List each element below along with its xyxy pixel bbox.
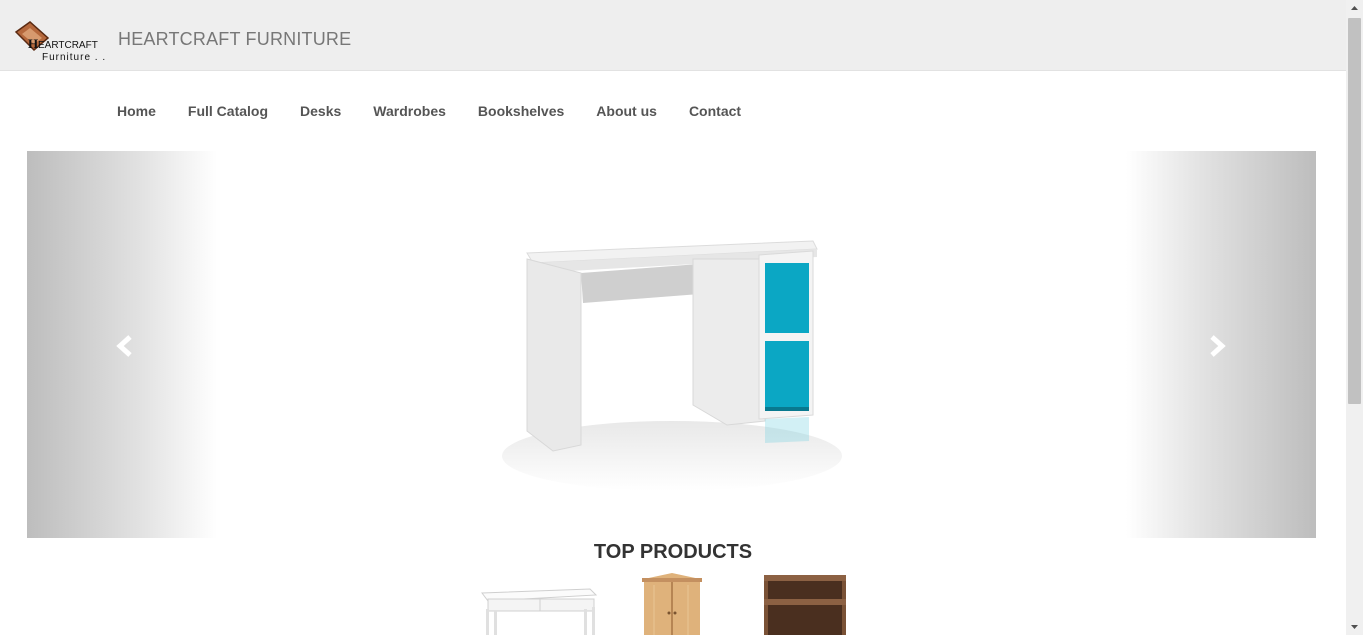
carousel-slide-desk-image — [502, 240, 842, 491]
nav-full-catalog[interactable]: Full Catalog — [172, 100, 284, 122]
svg-text:EARTCRAFT: EARTCRAFT — [38, 40, 98, 51]
header-bar: H EARTCRAFT Furniture . . HEARTCRAFT FUR… — [0, 0, 1346, 71]
hero-carousel — [27, 151, 1316, 538]
scroll-up-arrow-icon[interactable] — [1346, 0, 1363, 17]
site-title[interactable]: HEARTCRAFT FURNITURE — [118, 29, 351, 50]
scroll-down-arrow-icon[interactable] — [1346, 618, 1363, 635]
nav-about-us[interactable]: About us — [580, 100, 673, 122]
product-thumb-bookshelf[interactable] — [762, 573, 848, 635]
chevron-right-icon[interactable] — [1201, 331, 1231, 361]
nav-desks[interactable]: Desks — [284, 100, 357, 122]
product-thumb-white-desk[interactable] — [480, 573, 598, 635]
main-nav: Home Full Catalog Desks Wardrobes Booksh… — [101, 100, 757, 122]
nav-bookshelves[interactable]: Bookshelves — [462, 100, 580, 122]
heartcraft-logo[interactable]: H EARTCRAFT Furniture . . — [14, 20, 116, 64]
nav-contact[interactable]: Contact — [673, 100, 757, 122]
chevron-left-icon[interactable] — [111, 331, 141, 361]
svg-text:Furniture . .: Furniture . . — [42, 52, 106, 63]
top-products-list — [0, 573, 1346, 635]
nav-home[interactable]: Home — [101, 100, 172, 122]
nav-wardrobes[interactable]: Wardrobes — [357, 100, 462, 122]
top-products-heading: TOP PRODUCTS — [593, 541, 753, 563]
scrollbar-thumb[interactable] — [1348, 18, 1361, 404]
product-thumb-wardrobe[interactable] — [638, 573, 706, 635]
svg-text:H: H — [28, 36, 38, 51]
page-scrollbar[interactable] — [1346, 0, 1363, 635]
